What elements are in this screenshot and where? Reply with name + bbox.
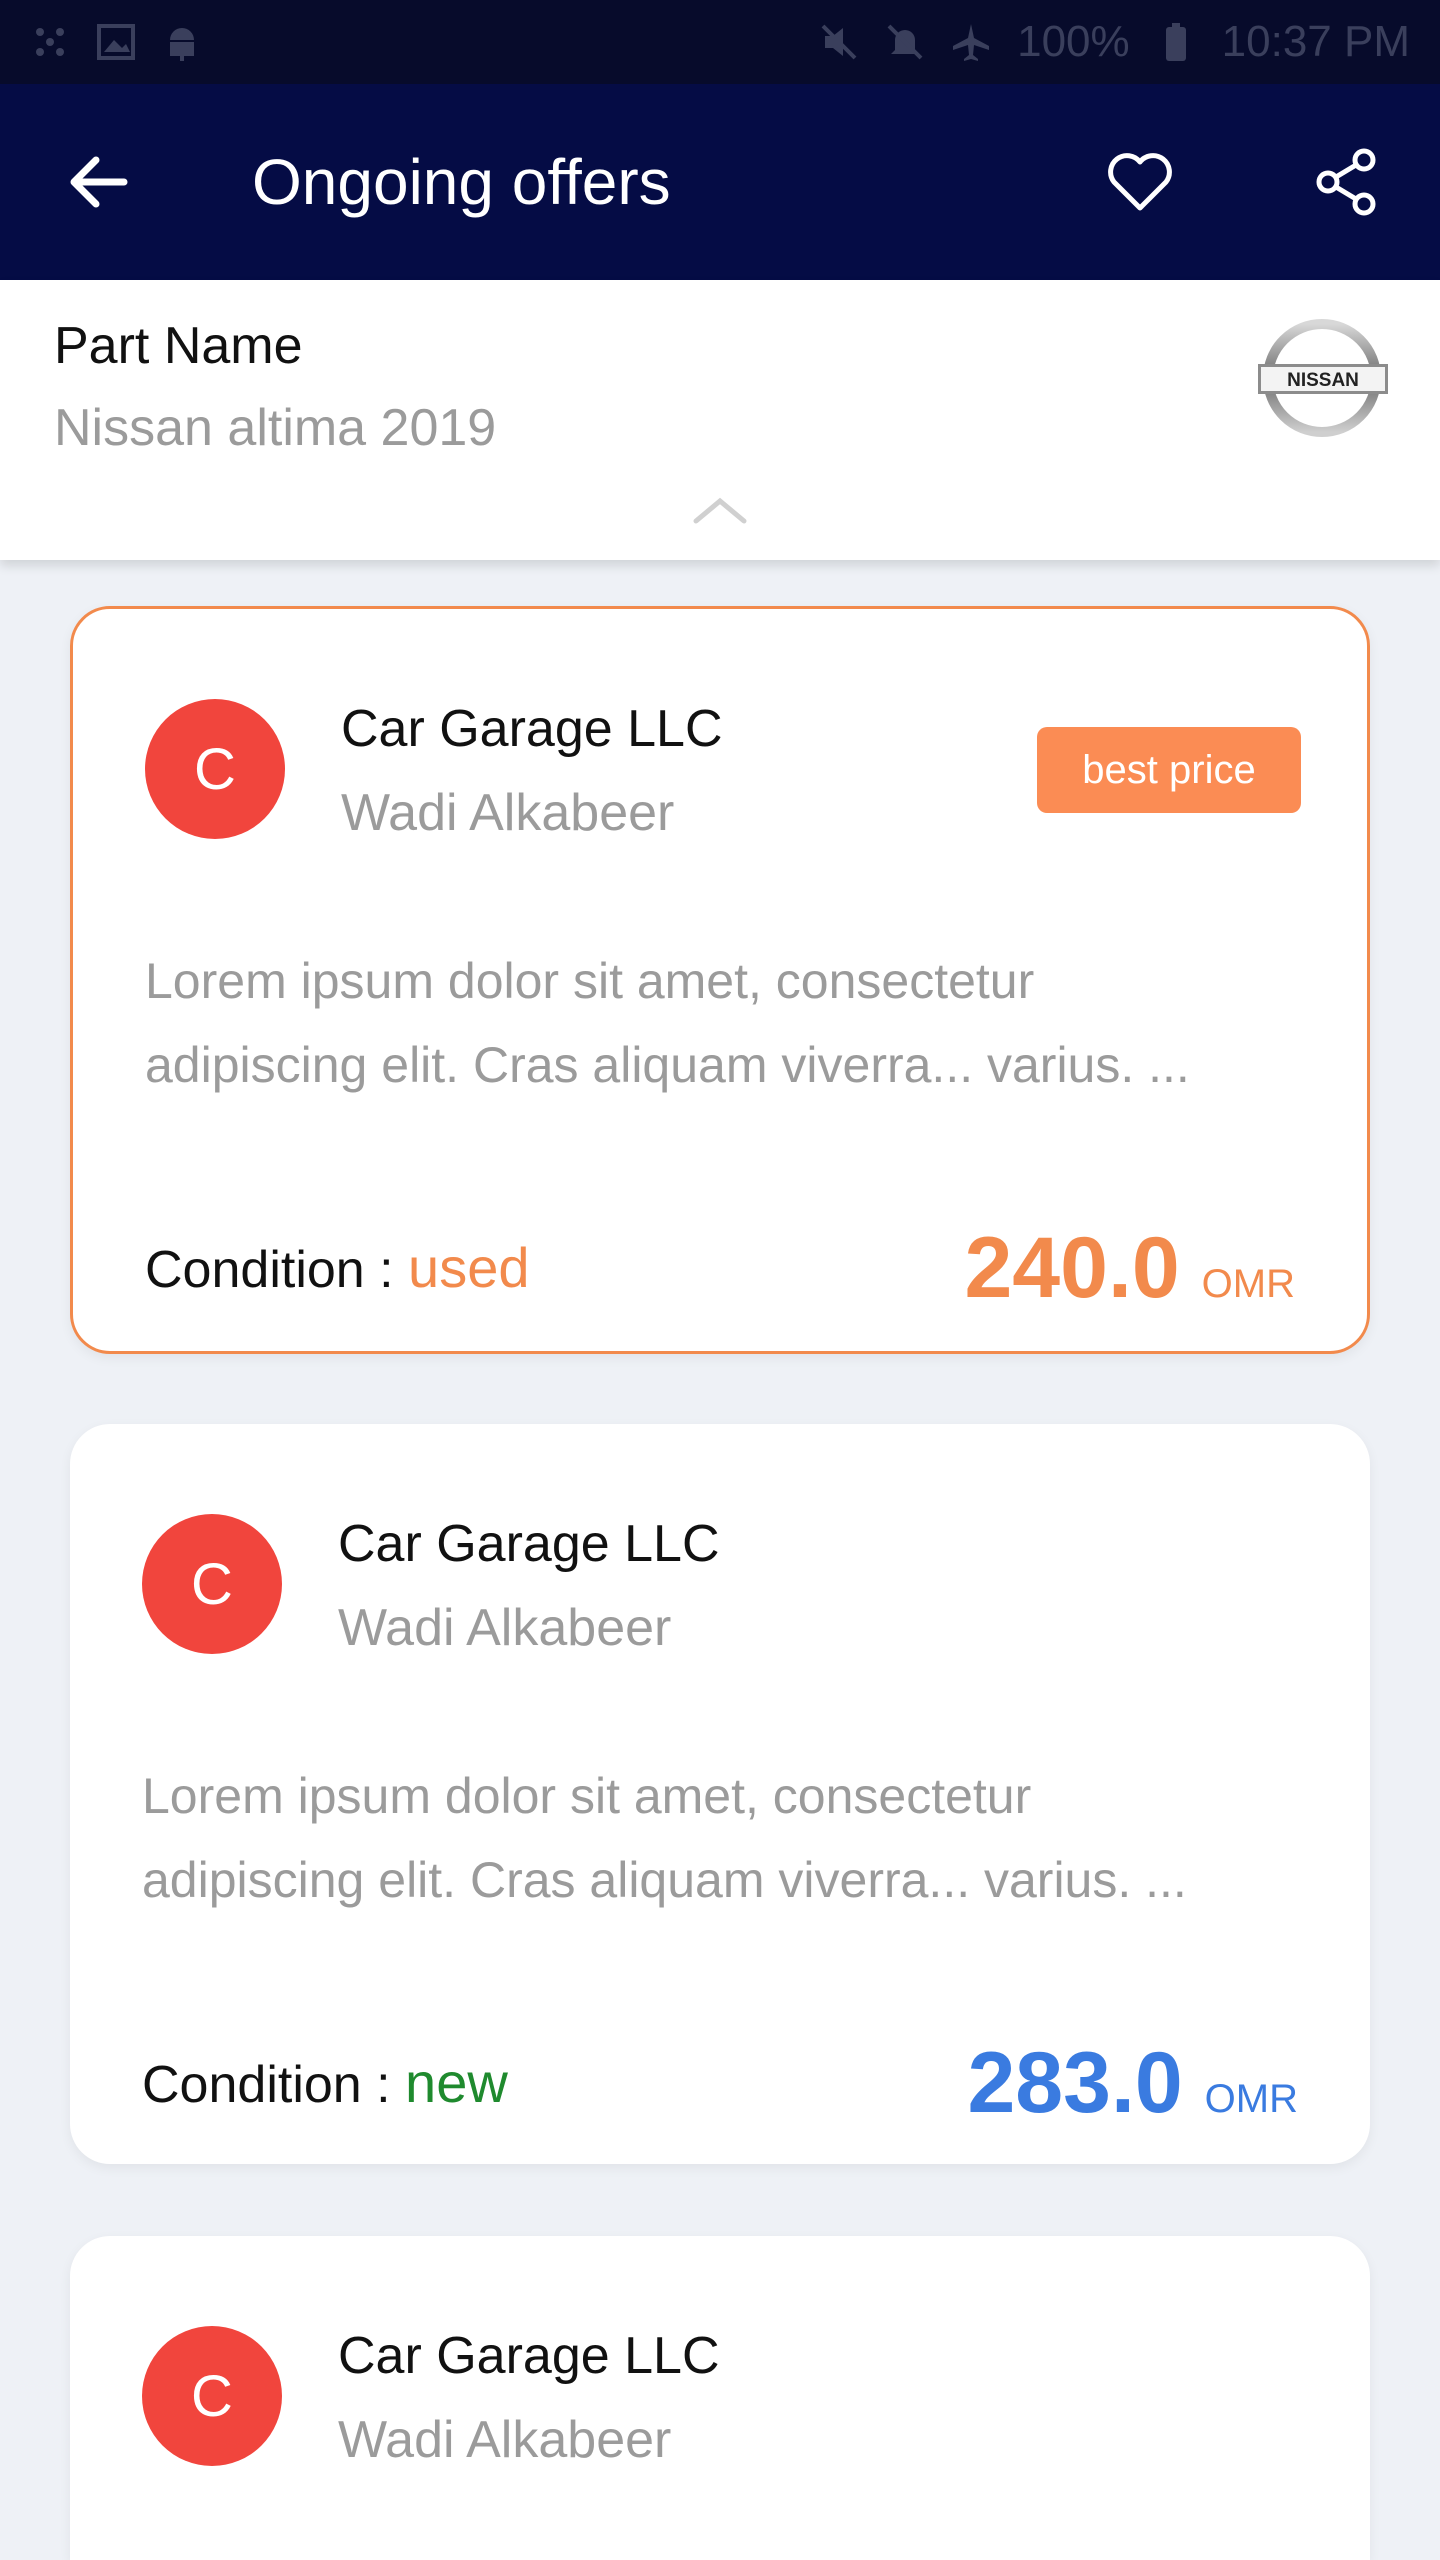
status-bar: 100% 10:37 PM	[0, 0, 1440, 84]
battery-icon	[1156, 22, 1196, 62]
notifications-off-icon	[885, 22, 925, 62]
offer-card[interactable]: C Car Garage LLC Wadi Alkabeer Lorem ips…	[70, 1424, 1370, 2164]
image-notification-icon	[96, 22, 136, 62]
grid-notification-icon	[30, 22, 70, 62]
android-notification-icon	[162, 22, 202, 62]
avatar: C	[145, 699, 285, 839]
offer-card[interactable]: C Car Garage LLC Wadi Alkabeer best pric…	[70, 606, 1370, 1354]
share-button[interactable]	[1306, 144, 1386, 220]
condition-label: Condition :	[145, 1241, 409, 1299]
collapse-button[interactable]	[690, 490, 750, 530]
nissan-logo: NISSAN	[1256, 316, 1392, 440]
seller-location: Wadi Alkabeer	[338, 1599, 672, 1657]
condition-value: new	[405, 2051, 508, 2114]
seller-name: Car Garage LLC	[341, 700, 723, 758]
status-left	[30, 22, 202, 62]
status-right: 100% 10:37 PM	[819, 17, 1410, 67]
favorite-button[interactable]	[1100, 144, 1180, 220]
condition: Condition : new	[142, 2050, 508, 2115]
part-label: Part Name	[54, 317, 303, 375]
seller-name: Car Garage LLC	[338, 2327, 720, 2385]
chevron-up-icon	[693, 497, 747, 524]
share-icon	[1316, 148, 1376, 216]
seller-location: Wadi Alkabeer	[338, 2411, 672, 2469]
price: 240.0 OMR	[964, 1219, 1295, 1318]
price-currency: OMR	[1204, 2077, 1298, 2121]
airplane-mode-icon	[951, 22, 991, 62]
condition: Condition : used	[145, 1235, 529, 1300]
seller-name: Car Garage LLC	[338, 1515, 720, 1573]
offer-card[interactable]: C Car Garage LLC Wadi Alkabeer	[70, 2236, 1370, 2560]
offer-description: Lorem ipsum dolor sit amet, consectetur …	[145, 953, 1190, 1093]
condition-label: Condition :	[142, 2056, 406, 2114]
offer-description: Lorem ipsum dolor sit amet, consectetur …	[142, 1768, 1187, 1908]
back-button[interactable]	[60, 144, 136, 220]
app-bar: Ongoing offers	[0, 84, 1440, 280]
best-price-badge: best price	[1037, 727, 1301, 813]
avatar: C	[142, 1514, 282, 1654]
part-value: Nissan altima 2019	[54, 399, 497, 457]
arrow-left-icon	[70, 156, 128, 208]
battery-percentage: 100%	[1017, 17, 1130, 66]
avatar: C	[142, 2326, 282, 2466]
part-summary: Part Name Nissan altima 2019 NISSAN	[0, 280, 1440, 560]
clock: 10:37 PM	[1221, 17, 1410, 66]
condition-value: used	[408, 1236, 530, 1299]
page-title: Ongoing offers	[252, 146, 671, 218]
price: 283.0 OMR	[967, 2034, 1298, 2133]
brand-logo-text: NISSAN	[1287, 370, 1359, 391]
price-amount: 240.0	[964, 1220, 1180, 1316]
heart-icon	[1108, 153, 1172, 211]
seller-location: Wadi Alkabeer	[341, 784, 675, 842]
mute-icon	[819, 22, 859, 62]
price-amount: 283.0	[967, 2035, 1183, 2131]
price-currency: OMR	[1201, 1262, 1295, 1306]
